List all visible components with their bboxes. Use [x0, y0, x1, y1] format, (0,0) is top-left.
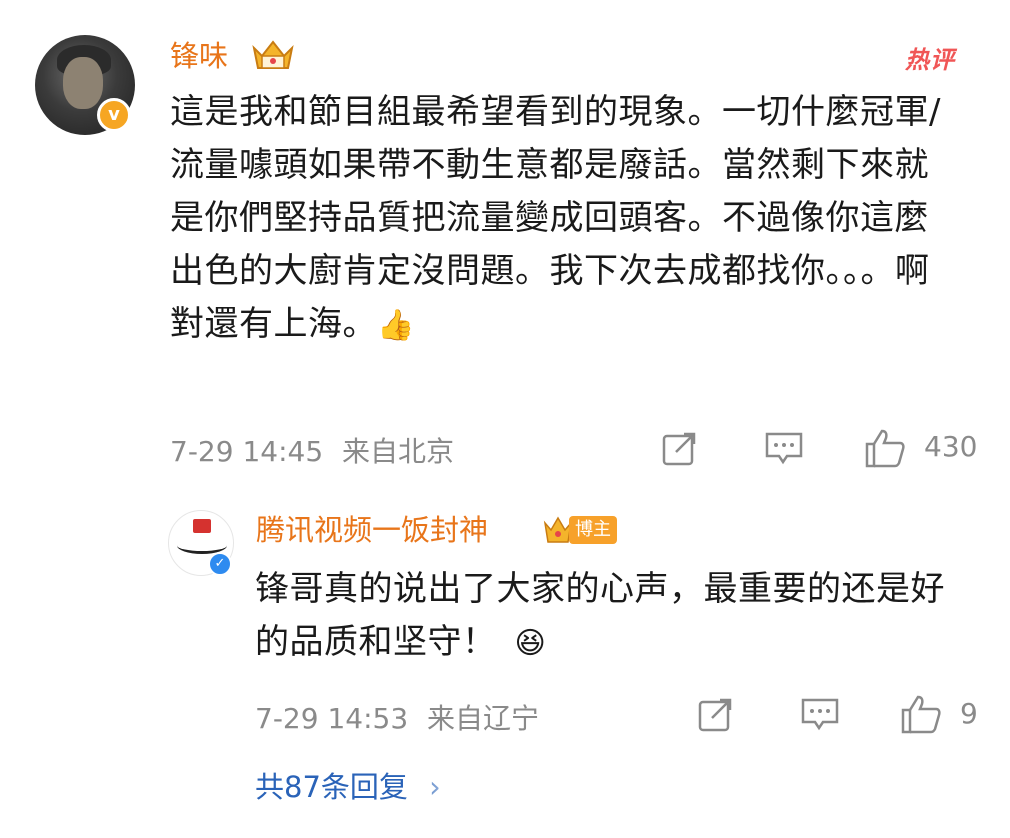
chevron-right-icon: ›	[429, 770, 441, 804]
more-replies-link[interactable]: 共87条回复 ›	[255, 764, 441, 806]
like-thumb-icon[interactable]	[864, 428, 906, 468]
host-badge-label: 博主	[569, 516, 617, 544]
share-icon[interactable]	[662, 432, 698, 466]
comment-time: 7-29 14:45	[170, 435, 324, 468]
host-badge: 博主	[543, 514, 617, 546]
fade-overlay	[0, 770, 1010, 838]
comment-text: 這是我和節目組最希望看到的現象。一切什麼冠軍/流量噱頭如果帶不動生意都是廢話。當…	[170, 92, 941, 344]
comment-meta: 7-29 14:45 来自北京	[170, 430, 454, 470]
reply-text: 锋哥真的说出了大家的心声，最重要的还是好的品质和坚守！ 😆	[255, 569, 945, 662]
comment-author-name[interactable]: 锋味	[170, 37, 228, 75]
hot-comment-badge: 热评	[905, 46, 955, 74]
reply-like-thumb-icon[interactable]	[900, 694, 942, 734]
verified-gold-badge-icon: v	[97, 98, 131, 132]
reply-time: 7-29 14:53	[255, 702, 409, 735]
reply-share-icon[interactable]	[698, 698, 734, 732]
thumbs-up-emoji: 👍	[377, 308, 415, 343]
reply-meta: 7-29 14:53 来自辽宁	[255, 697, 539, 737]
reply-author-name[interactable]: 腾讯视频一饭封神	[256, 510, 488, 550]
laughing-emoji: 😆	[514, 626, 547, 661]
reply-comment-icon[interactable]	[801, 698, 839, 732]
reply-like-count: 9	[960, 697, 978, 730]
more-replies-label: 共87条回复	[255, 770, 408, 804]
verified-blue-badge-icon: ✓	[208, 552, 232, 576]
comment-location: 来自北京	[342, 435, 455, 468]
vip-crown-icon	[250, 38, 296, 72]
comment-icon[interactable]	[765, 432, 803, 466]
like-count: 430	[924, 430, 978, 463]
reply-location: 来自辽宁	[427, 702, 540, 735]
